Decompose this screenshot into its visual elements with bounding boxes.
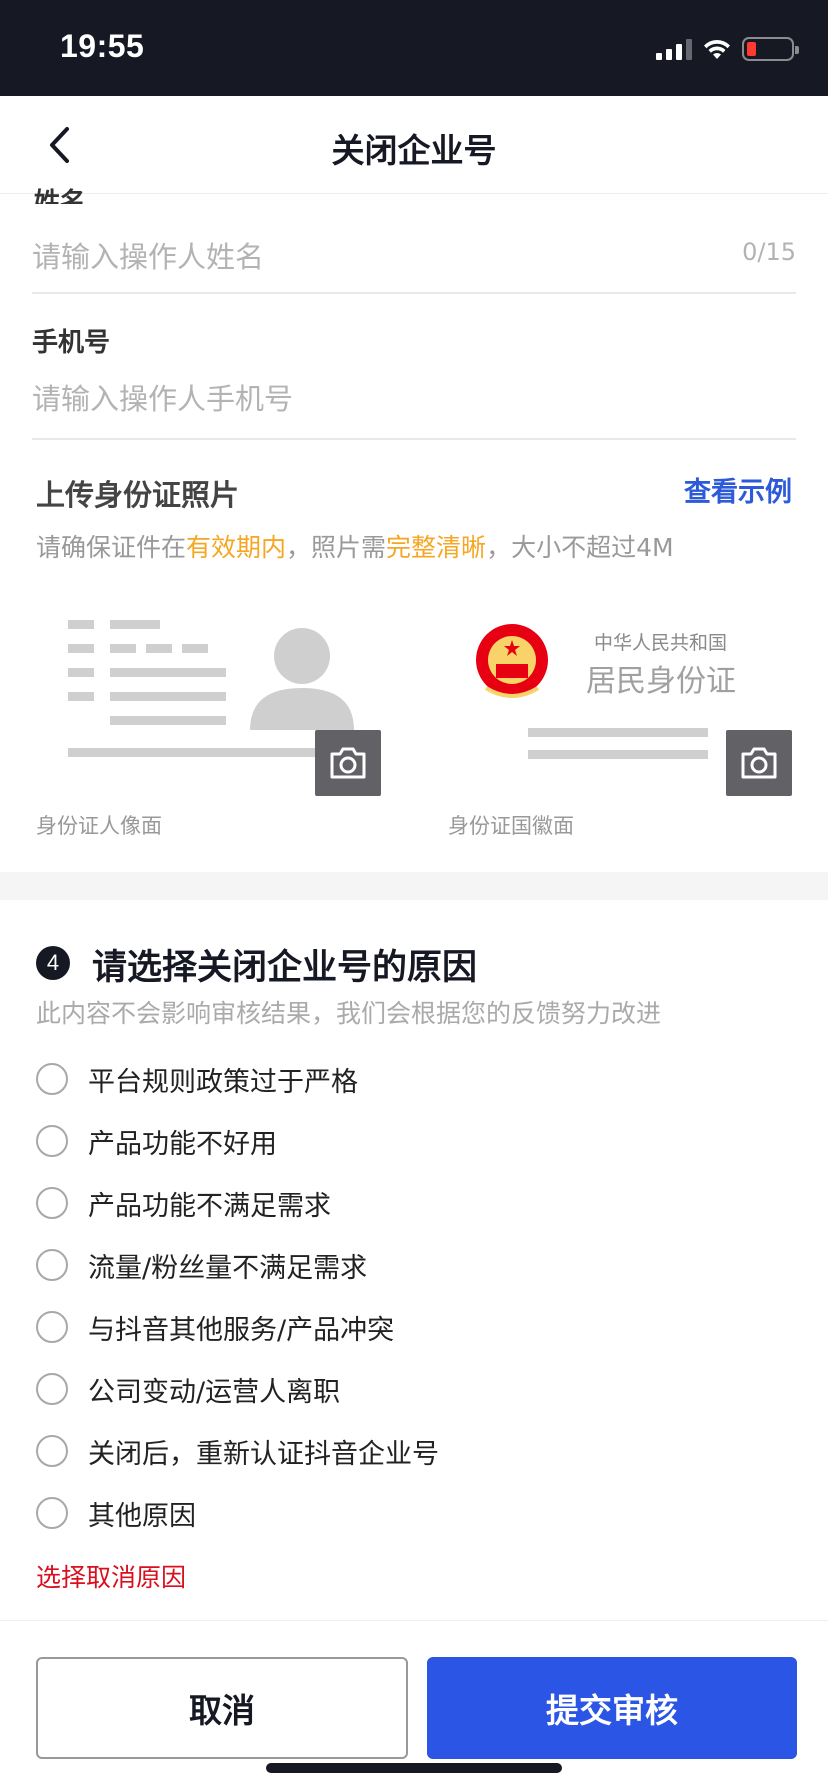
radio-button[interactable] [36,1497,68,1529]
reason-label: 平台规则政策过于严格 [88,1066,358,1098]
section-divider [0,872,828,900]
radio-button[interactable] [36,1187,68,1219]
submit-review-button[interactable]: 提交审核 [427,1657,797,1759]
status-icons [656,36,799,62]
id-country-text: 中华人民共和国 [594,632,728,654]
reasons-subtitle: 此内容不会影响审核结果，我们会根据您的反馈努力改进 [36,999,662,1028]
hint-highlight-valid: 有效期内 [186,533,287,562]
step-badge: 4 [36,946,70,980]
reason-label: 产品功能不满足需求 [88,1190,331,1222]
name-field[interactable]: 请输入操作人姓名 0/15 [32,194,796,294]
reason-option[interactable]: 与抖音其他服务/产品冲突 [36,1296,796,1358]
radio-button[interactable] [36,1435,68,1467]
radio-button[interactable] [36,1373,68,1405]
battery-icon [742,37,799,61]
status-time: 19:55 [60,28,145,64]
back-camera-button[interactable] [726,730,792,796]
reason-option[interactable]: 流量/粉丝量不满足需求 [36,1234,796,1296]
name-input[interactable]: 请输入操作人姓名 [32,234,264,276]
back-caption: 身份证国徽面 [448,814,574,838]
reason-option[interactable]: 产品功能不好用 [36,1110,796,1172]
reason-option[interactable]: 平台规则政策过于严格 [36,1048,796,1110]
reason-label: 公司变动/运营人离职 [88,1376,341,1408]
id-front-upload[interactable] [36,604,381,814]
id-card-title-text: 居民身份证 [586,664,736,699]
nav-bar: 关闭企业号 [0,96,828,194]
wifi-icon [704,39,730,59]
reason-error-message: 选择取消原因 [36,1563,187,1592]
reason-label: 与抖音其他服务/产品冲突 [88,1314,395,1346]
reasons-title: 请选择关闭企业号的原因 [92,948,478,988]
reason-label: 流量/粉丝量不满足需求 [88,1252,368,1284]
signal-icon [656,38,692,60]
id-line [528,728,708,737]
camera-icon [741,747,777,779]
reason-label: 其他原因 [88,1500,196,1532]
name-counter: 0/15 [742,238,796,266]
upload-hint: 请确保证件在有效期内，照片需完整清晰，大小不超过4M [36,528,674,564]
page-title: 关闭企业号 [331,131,497,170]
hint-text: 请确保证件在 [36,533,187,562]
front-camera-button[interactable] [315,730,381,796]
hint-highlight-clear: 完整清晰 [386,533,487,562]
id-back-upload[interactable]: 中华人民共和国 居民身份证 [448,604,792,814]
reason-label: 产品功能不好用 [88,1128,277,1160]
phone-input[interactable]: 请输入操作人手机号 [32,376,293,418]
reason-label: 关闭后，重新认证抖音企业号 [88,1438,439,1470]
hint-text: ，大小不超过4M [486,533,674,562]
camera-icon [330,747,366,779]
home-indicator [266,1763,562,1773]
reason-option[interactable]: 产品功能不满足需求 [36,1172,796,1234]
phone-label: 手机号 [32,328,111,358]
id-line [528,750,708,759]
radio-button[interactable] [36,1311,68,1343]
reason-option[interactable]: 其他原因 [36,1482,796,1544]
radio-button[interactable] [36,1125,68,1157]
upload-title: 上传身份证照片 [36,478,240,512]
cancel-button[interactable]: 取消 [36,1657,408,1759]
radio-button[interactable] [36,1063,68,1095]
reason-option[interactable]: 关闭后，重新认证抖音企业号 [36,1420,796,1482]
reason-list: 平台规则政策过于严格 产品功能不好用 产品功能不满足需求 流量/粉丝量不满足需求… [36,1048,796,1544]
view-example-link[interactable]: 查看示例 [684,470,792,509]
reason-option[interactable]: 公司变动/运营人离职 [36,1358,796,1420]
phone-field[interactable]: 手机号 请输入操作人手机号 [32,294,796,440]
hint-text: ，照片需 [286,533,387,562]
radio-button[interactable] [36,1249,68,1281]
status-bar: 19:55 [0,0,828,96]
front-caption: 身份证人像面 [36,814,162,838]
